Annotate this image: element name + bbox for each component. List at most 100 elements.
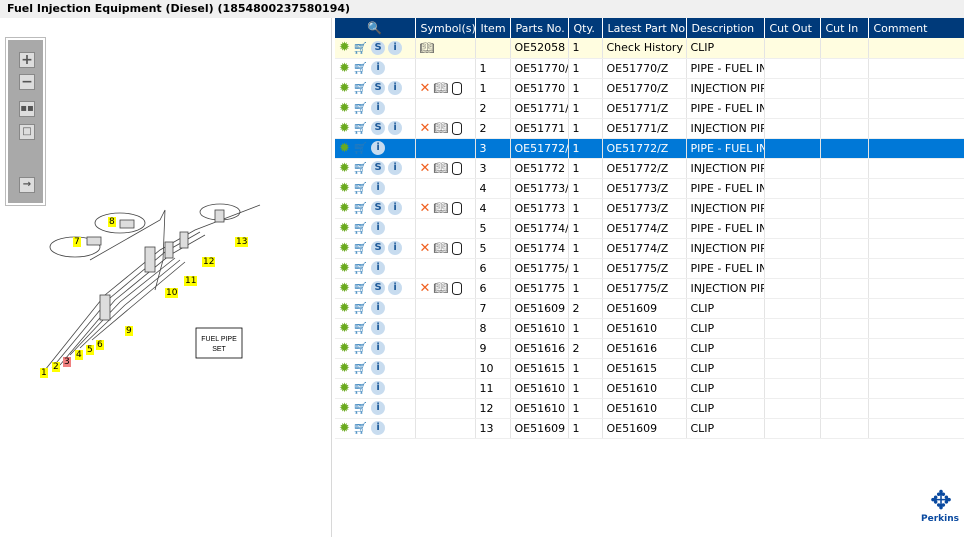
table-row[interactable]: ✹ 🛒︎ i 8 OE51610 1 OE51610 CLIP [335, 318, 964, 339]
gear-icon[interactable]: ✹ [339, 141, 350, 156]
table-row[interactable]: ✹🛒︎Si✕📖︎5OE517741OE51774/ZINJECTION PIPE [335, 238, 964, 259]
gear-icon[interactable]: ✹ [339, 401, 350, 416]
callout-4[interactable]: 4 [75, 350, 83, 360]
supersession-icon[interactable]: S [371, 241, 386, 255]
gear-icon[interactable]: ✹ [339, 381, 350, 396]
cart-icon[interactable]: 🛒︎ [353, 141, 368, 155]
cross-icon[interactable]: ✕ [420, 81, 431, 96]
gear-icon[interactable]: ✹ [339, 61, 350, 76]
callout-13[interactable]: 13 [235, 237, 249, 247]
gear-icon[interactable]: ✹ [339, 361, 350, 376]
supersession-icon[interactable]: S [371, 201, 386, 215]
table-row[interactable]: ✹🛒︎Si✕📖︎3OE517721OE51772/ZINJECTION PIPE [335, 158, 964, 179]
cart-icon[interactable]: 🛒︎ [353, 341, 368, 355]
cart-icon[interactable]: 🛒︎ [353, 261, 368, 275]
cart-icon[interactable]: 🛒︎ [353, 241, 368, 255]
info-icon[interactable]: i [371, 321, 386, 335]
info-icon[interactable]: i [371, 101, 386, 115]
gear-icon[interactable]: ✹ [339, 301, 350, 316]
table-row[interactable]: ✹ 🛒︎ i 12 OE51610 1 OE51610 CLIP [335, 398, 964, 419]
table-row[interactable]: ✹ 🛒︎ i 11 OE51610 1 OE51610 CLIP [335, 378, 964, 399]
info-icon[interactable]: i [371, 401, 386, 415]
table-row[interactable]: ✹🛒︎i2OE51771/Z1OE51771/ZPIPE - FUEL INJ [335, 98, 964, 119]
history-book-icon[interactable]: 📖︎ [420, 41, 435, 55]
search-history-icon[interactable]: 🔍 [367, 21, 382, 35]
cylinder-icon[interactable] [451, 81, 462, 95]
callout-1[interactable]: 1 [40, 368, 48, 378]
supersession-icon[interactable]: S [371, 40, 386, 55]
cart-icon[interactable]: 🛒︎ [353, 41, 368, 55]
table-row[interactable]: ✹🛒︎i5OE51774/Z1OE51774/ZPIPE - FUEL INJ [335, 218, 964, 239]
info-icon[interactable]: i [388, 201, 403, 215]
gear-icon[interactable]: ✹ [339, 181, 350, 196]
cart-icon[interactable]: 🛒︎ [353, 101, 368, 115]
info-icon[interactable]: i [371, 301, 386, 315]
callout-7[interactable]: 7 [73, 237, 81, 247]
gear-icon[interactable]: ✹ [339, 121, 350, 136]
table-row[interactable]: ✹🛒︎i4OE51773/Z1OE51773/ZPIPE - FUEL INJ [335, 178, 964, 199]
cross-icon[interactable]: ✕ [420, 201, 431, 216]
column-header-symbol-s[interactable]: Symbol(s) [415, 18, 476, 38]
cart-icon[interactable]: 🛒︎ [353, 121, 368, 135]
gear-icon[interactable]: ✹ [339, 221, 350, 236]
info-icon[interactable]: i [388, 241, 403, 255]
table-row[interactable]: ✹ 🛒︎ i 7 OE51609 2 OE51609 CLIP [335, 298, 964, 319]
column-header-description[interactable]: Description [686, 18, 765, 38]
cart-icon[interactable]: 🛒︎ [353, 421, 368, 435]
table-row[interactable]: ✹🛒︎Si✕📖︎6OE517751OE51775/ZINJECTION PIPE [335, 278, 964, 299]
info-icon[interactable]: i [388, 40, 403, 55]
cart-icon[interactable]: 🛒︎ [353, 221, 368, 235]
gear-icon[interactable]: ✹ [339, 161, 350, 176]
callout-11[interactable]: 11 [184, 276, 198, 286]
info-icon[interactable]: i [388, 281, 403, 295]
gear-icon[interactable]: ✹ [339, 101, 350, 116]
info-icon[interactable]: i [388, 81, 403, 95]
info-icon[interactable]: i [371, 341, 386, 355]
column-header-latest-part-no[interactable]: Latest Part No. [602, 18, 687, 38]
actual-size-button[interactable]: □ [19, 124, 35, 140]
info-icon[interactable]: i [388, 161, 403, 175]
gear-icon[interactable]: ✹ [339, 241, 350, 256]
cylinder-icon[interactable] [451, 241, 462, 255]
info-icon[interactable]: i [371, 361, 386, 375]
history-book-icon[interactable]: 📖︎ [433, 161, 448, 175]
callout-9[interactable]: 9 [125, 326, 133, 336]
supersession-icon[interactable]: S [371, 281, 386, 295]
cross-icon[interactable]: ✕ [420, 161, 431, 176]
cross-icon[interactable]: ✕ [420, 121, 431, 136]
zoom-out-button[interactable]: − [19, 74, 35, 90]
column-header-item[interactable]: Item [475, 18, 511, 38]
table-row[interactable]: ✹🛒︎Si✕📖︎1OE517701OE51770/ZINJECTION PIPE [335, 78, 964, 99]
table-row[interactable]: ✹🛒︎Si✕📖︎2OE517711OE51771/ZINJECTION PIPE [335, 118, 964, 139]
column-header-comment[interactable]: Comment [868, 18, 964, 38]
history-book-icon[interactable]: 📖︎ [433, 201, 448, 215]
supersession-icon[interactable]: S [371, 81, 386, 95]
column-header-cut-in[interactable]: Cut In [820, 18, 869, 38]
table-row[interactable]: ✹🛒︎i1OE51770/Z1OE51770/ZPIPE - FUEL INJ [335, 58, 964, 79]
gear-icon[interactable]: ✹ [339, 281, 350, 296]
gear-icon[interactable]: ✹ [339, 421, 350, 436]
history-book-icon[interactable]: 📖︎ [433, 121, 448, 135]
zoom-in-button[interactable]: + [19, 52, 35, 68]
cart-icon[interactable]: 🛒︎ [353, 361, 368, 375]
callout-12[interactable]: 12 [202, 257, 216, 267]
column-header-cut-out[interactable]: Cut Out [764, 18, 821, 38]
cylinder-icon[interactable] [451, 121, 462, 135]
column-header-qty[interactable]: Qty. [568, 18, 603, 38]
info-icon[interactable]: i [388, 121, 403, 135]
table-row[interactable]: ✹ 🛒︎ Si 📖︎ OE52058 1 Check History CLIP [335, 38, 964, 59]
cross-icon[interactable]: ✕ [420, 281, 431, 296]
info-icon[interactable]: i [371, 381, 386, 395]
supersession-icon[interactable]: S [371, 161, 386, 175]
callout-5[interactable]: 5 [86, 345, 94, 355]
info-icon[interactable]: i [371, 141, 386, 155]
cart-icon[interactable]: 🛒︎ [353, 61, 368, 75]
info-icon[interactable]: i [371, 221, 386, 235]
table-row[interactable]: ✹ 🛒︎ i 13 OE51609 1 OE51609 CLIP [335, 418, 964, 439]
history-book-icon[interactable]: 📖︎ [433, 241, 448, 255]
table-row[interactable]: ✹ 🛒︎ i 10 OE51615 1 OE51615 CLIP [335, 358, 964, 379]
cart-icon[interactable]: 🛒︎ [353, 401, 368, 415]
info-icon[interactable]: i [371, 421, 386, 435]
info-icon[interactable]: i [371, 181, 386, 195]
table-row[interactable]: ✹🛒︎i3OE51772/Z1OE51772/ZPIPE - FUEL INJ [335, 138, 964, 159]
